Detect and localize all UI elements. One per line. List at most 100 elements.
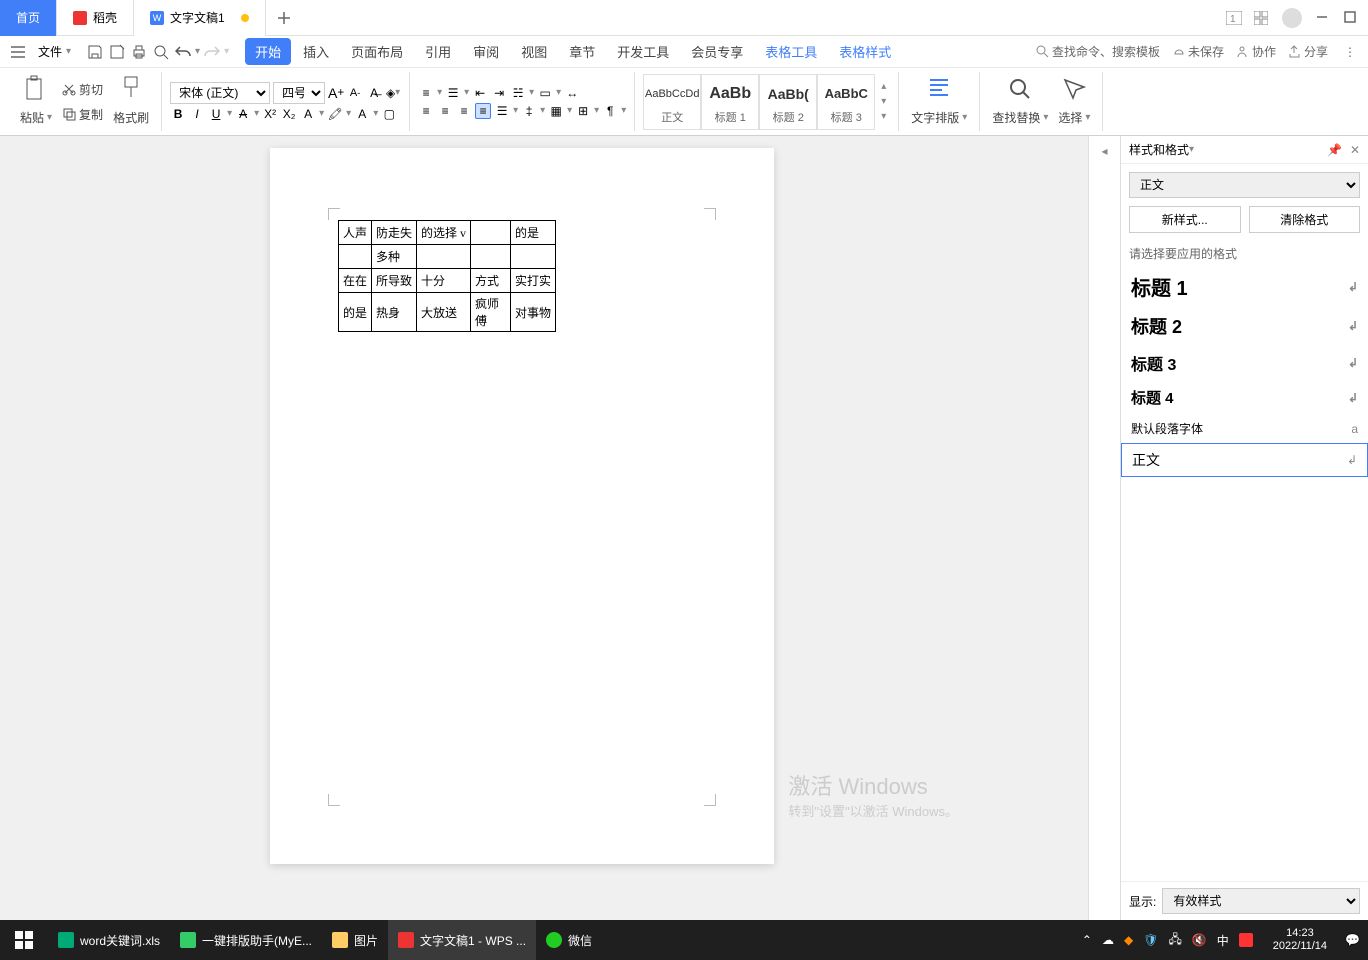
layout-icon[interactable]: 1 [1226, 11, 1240, 25]
taskbar-item-wechat[interactable]: 微信 [536, 920, 602, 960]
menu-review[interactable]: 审阅 [463, 38, 509, 65]
document-table[interactable]: 人声防走失的选择 v的是 多种 在在所导致十分方式实打实 的是热身大放送疯师傅对… [338, 220, 556, 332]
font-name-select[interactable]: 宋体 (正文) [170, 82, 270, 104]
sort-icon[interactable]: ☵ [510, 85, 526, 101]
format-painter-button[interactable]: 格式刷 [109, 107, 153, 128]
style-item-h4[interactable]: 标题 4↲ [1121, 381, 1368, 414]
clear-format-button[interactable]: 清除格式 [1249, 206, 1361, 233]
superscript-icon[interactable]: X² [262, 106, 278, 122]
redo-icon[interactable] [202, 42, 222, 62]
strikethrough-icon[interactable]: A [235, 106, 251, 122]
start-button[interactable] [0, 920, 48, 960]
print-preview-icon[interactable] [151, 42, 171, 62]
find-replace-button[interactable]: 查找替换▾ [988, 107, 1052, 128]
tab-daoke[interactable]: 稻壳 [57, 0, 134, 36]
format-painter-icon[interactable] [117, 75, 145, 103]
shading-icon[interactable]: ▦ [548, 103, 564, 119]
pin-icon[interactable]: 📌 [1327, 143, 1342, 157]
text-layout-button[interactable]: 文字排版▾ [907, 107, 971, 128]
undo-dropdown[interactable]: ▾ [195, 46, 200, 57]
more-icon[interactable]: ⋮ [1340, 45, 1360, 59]
undo-icon[interactable] [173, 42, 193, 62]
find-replace-icon[interactable] [1006, 75, 1034, 103]
font-size-select[interactable]: 四号 [273, 82, 325, 104]
file-menu[interactable]: 文件▾ [30, 41, 79, 62]
new-style-button[interactable]: 新样式... [1129, 206, 1241, 233]
paste-button[interactable]: 粘贴▾ [16, 107, 56, 128]
tabs-icon[interactable]: ⊞ [575, 103, 591, 119]
cut-button[interactable]: 剪切 [58, 79, 107, 100]
menu-page-layout[interactable]: 页面布局 [341, 38, 413, 65]
menu-toggle-icon[interactable] [8, 42, 28, 62]
menu-chapter[interactable]: 章节 [559, 38, 605, 65]
decrease-indent-icon[interactable]: ⇤ [472, 85, 488, 101]
number-list-icon[interactable]: ☰ [445, 85, 461, 101]
new-tab-button[interactable] [266, 0, 302, 36]
style-h1[interactable]: AaBb标题 1 [701, 74, 759, 130]
notification-icon[interactable]: 💬 [1337, 933, 1368, 947]
menu-view[interactable]: 视图 [511, 38, 557, 65]
tray-sogou-icon[interactable] [1239, 933, 1253, 947]
menu-insert[interactable]: 插入 [293, 38, 339, 65]
panel-title-dropdown[interactable]: ▾ [1189, 144, 1194, 155]
show-filter-select[interactable]: 有效样式 [1162, 888, 1360, 914]
document-area[interactable]: 人声防走失的选择 v的是 多种 在在所导致十分方式实打实 的是热身大放送疯师傅对… [0, 136, 1088, 920]
tray-app-icon[interactable]: ◆ [1124, 933, 1133, 947]
style-h3[interactable]: AaBbC标题 3 [817, 74, 875, 130]
style-item-default-font[interactable]: 默认段落字体a [1121, 414, 1368, 443]
subscript-icon[interactable]: X₂ [281, 106, 297, 122]
save-as-icon[interactable] [107, 42, 127, 62]
taskbar-item-pics[interactable]: 图片 [322, 920, 388, 960]
tray-chevron-up-icon[interactable]: ⌃ [1082, 933, 1092, 947]
grid-icon[interactable] [1254, 11, 1268, 25]
taskbar-item-helper[interactable]: 一键排版助手(MyE... [170, 920, 322, 960]
tray-onedrive-icon[interactable]: ☁ [1102, 933, 1114, 947]
style-scroll-up-icon[interactable]: ▴ [881, 81, 886, 92]
text-layout-icon[interactable] [925, 75, 953, 103]
menu-dev[interactable]: 开发工具 [607, 38, 679, 65]
style-item-h2[interactable]: 标题 2↲ [1121, 307, 1368, 345]
distribute-icon[interactable]: ☰ [494, 103, 510, 119]
taskbar-item-wps[interactable]: 文字文稿1 - WPS ... [388, 920, 536, 960]
select-icon[interactable] [1060, 75, 1088, 103]
ruler-icon[interactable]: ▭ [537, 85, 553, 101]
line-spacing-icon[interactable]: ‡ [521, 103, 537, 119]
print-icon[interactable] [129, 42, 149, 62]
collab-button[interactable]: 协作 [1236, 43, 1276, 60]
taskbar-clock[interactable]: 14:23 2022/11/14 [1263, 927, 1337, 953]
tray-ime-icon[interactable]: 中 [1217, 932, 1229, 949]
select-button[interactable]: 选择▾ [1054, 107, 1094, 128]
style-item-h3[interactable]: 标题 3↲ [1121, 345, 1368, 381]
taskbar-item-word[interactable]: word关键词.xls [48, 920, 170, 960]
clear-format-icon[interactable]: A̶ [366, 85, 382, 101]
avatar-icon[interactable] [1282, 8, 1302, 28]
align-left-icon[interactable]: ≡ [418, 103, 434, 119]
search-command[interactable]: 查找命令、搜索模板 [1036, 43, 1160, 60]
maximize-button[interactable] [1344, 11, 1358, 25]
tab-home[interactable]: 首页 [0, 0, 57, 36]
menu-table-tools[interactable]: 表格工具 [755, 38, 827, 65]
style-h2[interactable]: AaBb(标题 2 [759, 74, 817, 130]
border-icon[interactable]: ▢ [381, 106, 397, 122]
asian-layout-icon[interactable]: ↔ [564, 85, 580, 101]
menu-reference[interactable]: 引用 [415, 38, 461, 65]
tab-document[interactable]: W 文字文稿1 [134, 0, 266, 36]
save-icon[interactable] [85, 42, 105, 62]
align-justify-icon[interactable]: ≡ [475, 103, 491, 119]
unsaved-status[interactable]: 未保存 [1172, 43, 1224, 60]
side-expand-icon[interactable]: ◂ [1101, 144, 1107, 158]
tray-volume-icon[interactable]: 🔇 [1192, 933, 1207, 947]
tray-shield-icon[interactable]: 🛡 [1143, 933, 1158, 947]
highlight-icon[interactable]: 🖍 [327, 106, 343, 122]
minimize-button[interactable] [1316, 11, 1330, 25]
menu-start[interactable]: 开始 [245, 38, 291, 65]
style-body[interactable]: AaBbCcDd正文 [643, 74, 701, 130]
copy-button[interactable]: 复制 [58, 104, 107, 125]
current-style-select[interactable]: 正文 [1129, 172, 1360, 198]
font-color2-icon[interactable]: A [354, 106, 370, 122]
share-button[interactable]: 分享 [1288, 43, 1328, 60]
style-expand-icon[interactable]: ▾ [881, 111, 886, 122]
menu-member[interactable]: 会员专享 [681, 38, 753, 65]
font-color-icon[interactable]: A [300, 106, 316, 122]
tray-network-icon[interactable]: 🖧 [1168, 930, 1181, 951]
